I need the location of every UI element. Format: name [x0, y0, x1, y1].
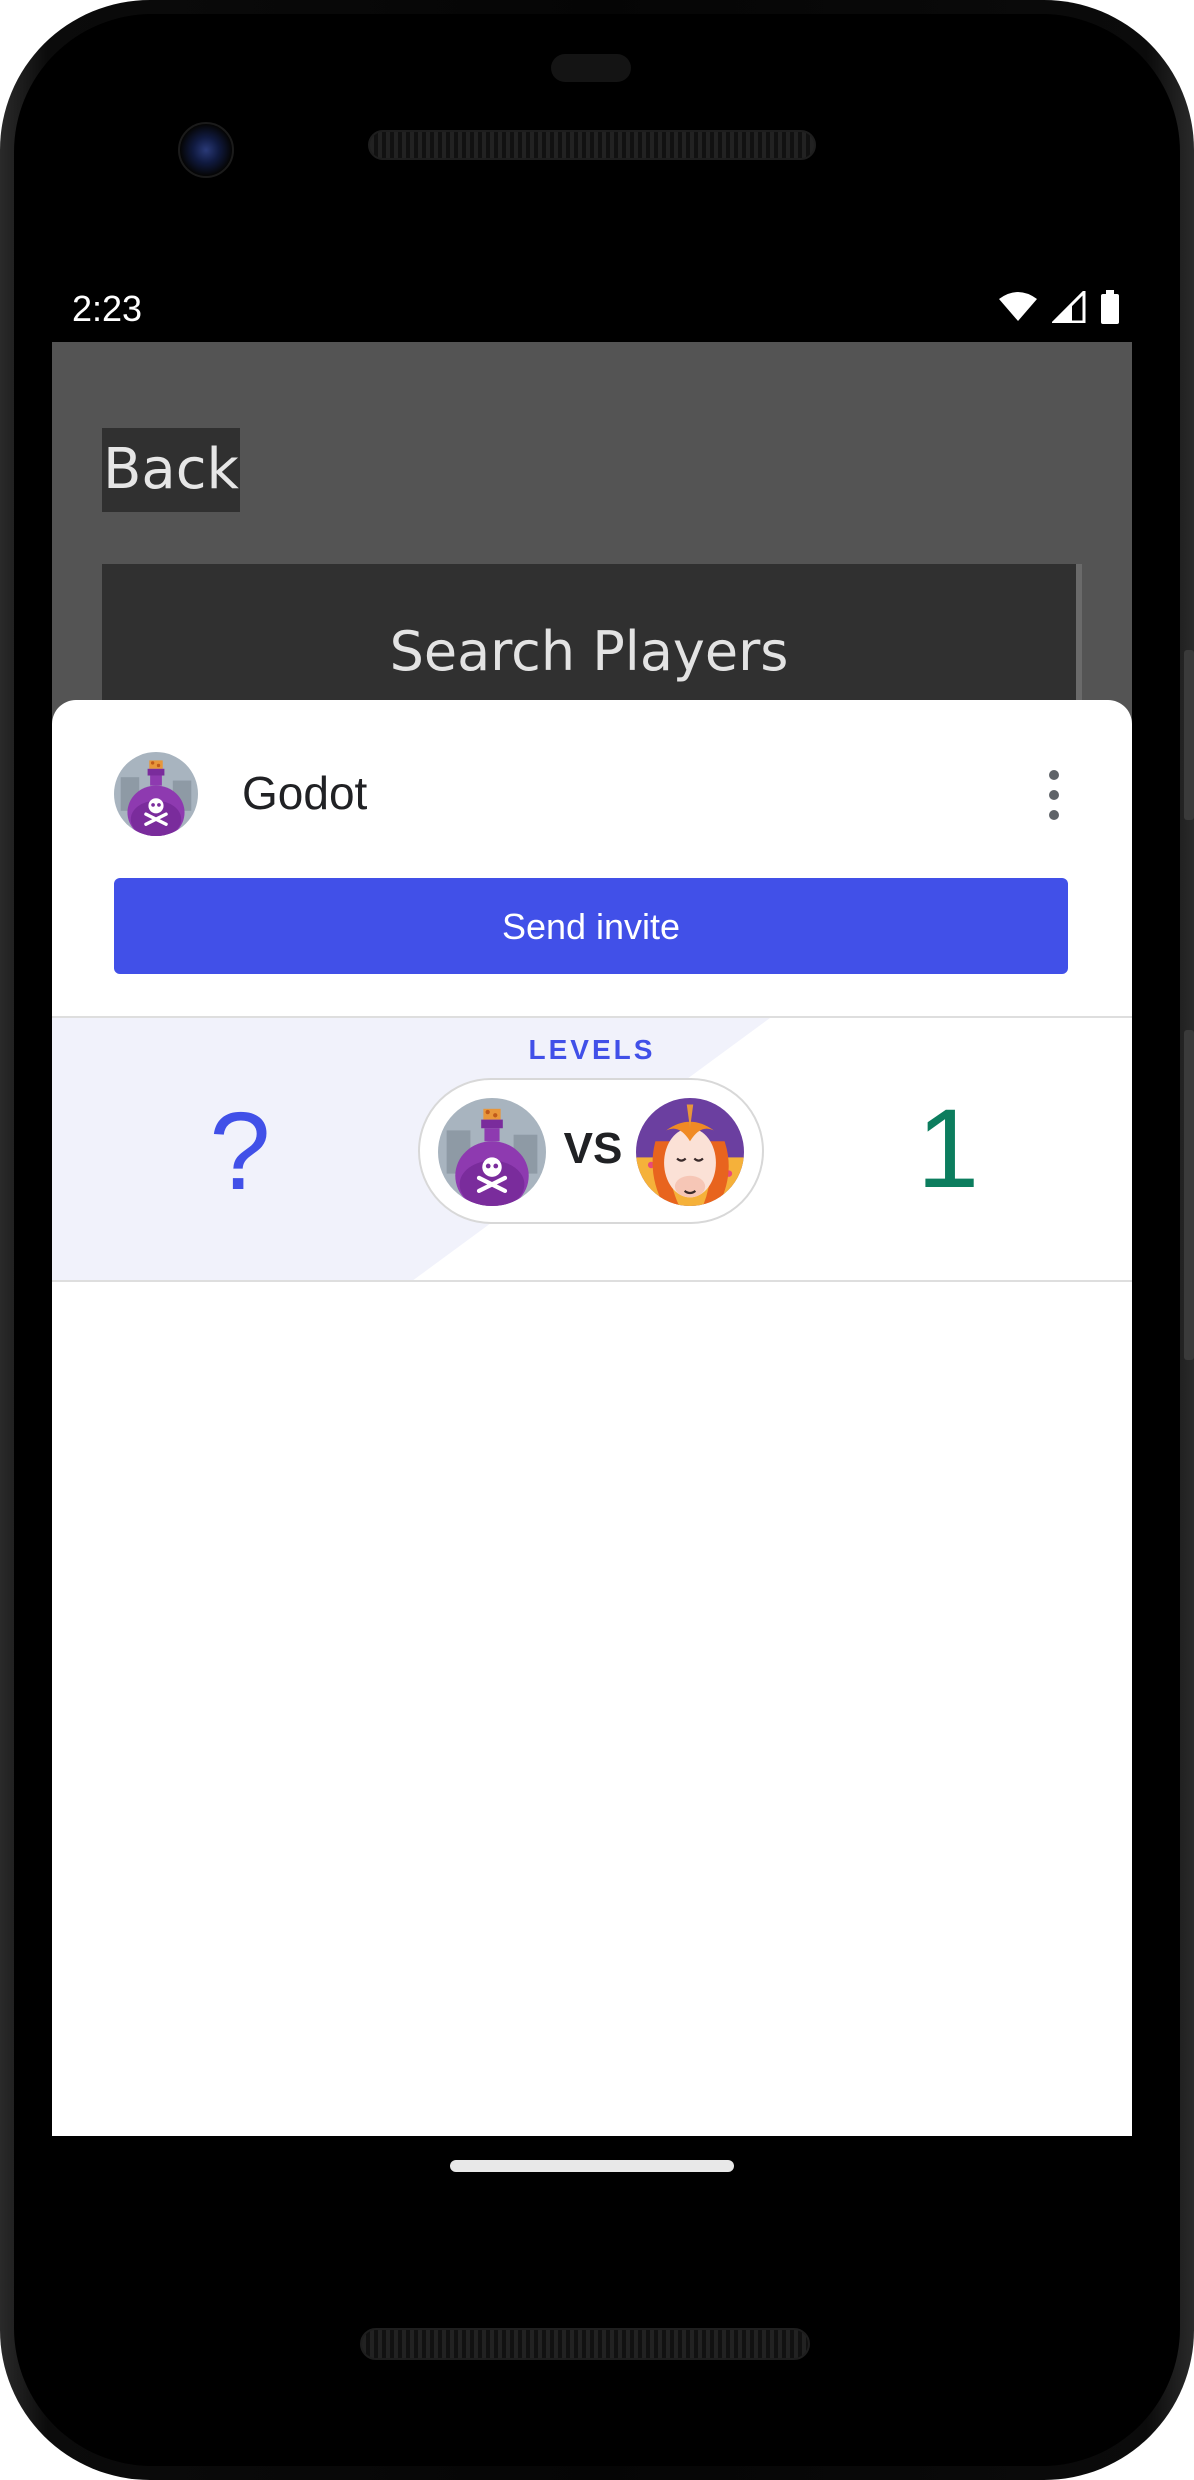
player-profile-sheet: Godot Send invite LEVELS ? VS 1 — [52, 700, 1132, 2136]
poison-bottle-avatar-icon — [438, 1098, 546, 1206]
levels-label: LEVELS — [528, 1034, 656, 1065]
levels-comparison: LEVELS ? VS 1 — [52, 1016, 1132, 1282]
player-name: Godot — [242, 767, 368, 819]
bottom-speaker-grille — [360, 2328, 810, 2360]
poison-bottle-avatar-icon — [114, 752, 198, 836]
menu-dot — [1049, 770, 1059, 780]
send-invite-button[interactable]: Send invite — [114, 878, 1068, 974]
phone-frame: 2:23 Back Search Players Godot Send invi… — [0, 0, 1194, 2480]
top-speaker-grille — [368, 130, 816, 160]
front-camera — [178, 122, 234, 178]
player-level-score: ? — [209, 1090, 271, 1213]
search-players-title: Search Players — [389, 620, 789, 683]
proximity-sensor — [551, 54, 631, 82]
vs-label: VS — [563, 1124, 623, 1173]
home-gesture-bar[interactable] — [450, 2160, 734, 2172]
status-icons — [998, 290, 1120, 324]
cell-signal-icon — [1052, 291, 1086, 323]
vs-badge: VS — [418, 1078, 764, 1224]
more-vert-icon[interactable] — [1042, 770, 1066, 820]
back-button[interactable]: Back — [102, 428, 240, 512]
wifi-icon — [999, 292, 1037, 321]
status-bar: 2:23 — [52, 280, 1132, 340]
volume-button — [1184, 1030, 1194, 1360]
unicorn-avatar-icon — [636, 1098, 744, 1206]
menu-dot — [1049, 790, 1059, 800]
app-screen: Back Search Players Godot Send invite LE… — [52, 342, 1132, 2136]
menu-dot — [1049, 810, 1059, 820]
opponent-level-score: 1 — [916, 1086, 980, 1211]
battery-icon — [1101, 290, 1119, 324]
power-button — [1184, 650, 1194, 820]
player-header: Godot — [52, 700, 1132, 890]
status-time: 2:23 — [72, 288, 143, 329]
